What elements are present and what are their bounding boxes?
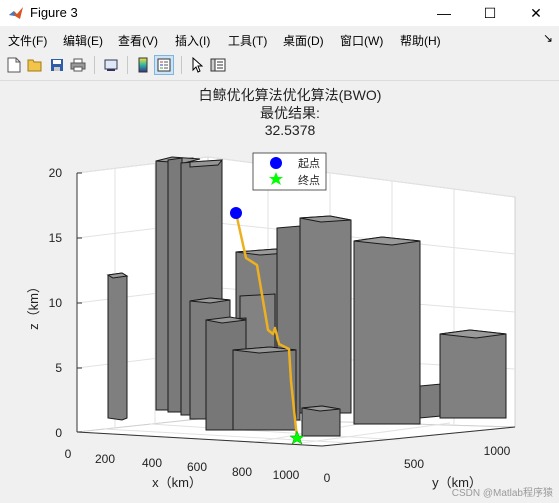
print-icon[interactable]: [68, 55, 88, 75]
x-tick-label: 600: [187, 460, 207, 474]
toolbar-separator: [181, 56, 182, 74]
x-tick-label: 200: [95, 452, 115, 466]
dock-arrow-icon[interactable]: ↘: [543, 31, 553, 45]
z-tick-label: 10: [49, 296, 63, 310]
building: [439, 329, 507, 419]
menu-insert[interactable]: 插入(I): [175, 32, 210, 49]
legend-start-label: 起点: [298, 157, 320, 170]
3d-axes[interactable]: 20 15 10 5 0 0 200 400 600 800 1000 0 50…: [0, 81, 559, 503]
menu-file[interactable]: 文件(F): [8, 32, 47, 49]
legend-start-marker-icon: [270, 157, 282, 169]
y-tick-label: 1000: [484, 444, 511, 458]
figure-canvas[interactable]: 白鲸优化算法优化算法(BWO) 最优结果: 32.5378 20 15 10 5…: [0, 81, 559, 503]
building: [107, 272, 128, 421]
z-tick-label: 0: [55, 426, 62, 440]
building: [299, 215, 352, 414]
legend-end-label: 终点: [298, 173, 320, 187]
y-tick-label: 500: [404, 457, 424, 471]
menu-view[interactable]: 查看(V): [118, 32, 158, 49]
open-file-icon[interactable]: [25, 55, 45, 75]
z-tick-label: 20: [49, 166, 63, 180]
window-title: Figure 3: [30, 5, 78, 20]
x-axis-label: x（km）: [152, 475, 202, 490]
menu-edit[interactable]: 编辑(E): [63, 32, 103, 49]
x-tick-label: 800: [232, 465, 252, 479]
menu-bar: 文件(F) 编辑(E) 查看(V) 插入(I) 工具(T) 桌面(D) 窗口(W…: [0, 28, 559, 50]
x-tick-label: 1000: [273, 468, 300, 482]
pointer-icon[interactable]: [187, 55, 207, 75]
watermark: CSDN @Matlab程序猿: [451, 488, 553, 499]
building: [353, 236, 421, 425]
toolbar-separator: [127, 56, 128, 74]
toolbar-separator: [94, 56, 95, 74]
legend-icon[interactable]: [154, 55, 174, 75]
z-tick-label: 15: [49, 231, 63, 245]
minimize-button[interactable]: —: [421, 0, 467, 26]
figure-toolbar: [0, 52, 559, 81]
print-preview-icon[interactable]: [101, 55, 121, 75]
matlab-logo-icon: [8, 5, 24, 21]
colorbar-icon[interactable]: [133, 55, 153, 75]
x-tick-label: 400: [142, 456, 162, 470]
legend-box[interactable]: 起点 终点: [252, 152, 327, 191]
maximize-button[interactable]: ☐: [467, 0, 513, 26]
window-title-bar: Figure 3 — ☐ ✕: [0, 0, 559, 26]
menu-tools[interactable]: 工具(T): [228, 32, 267, 49]
close-button[interactable]: ✕: [513, 0, 559, 26]
menu-help[interactable]: 帮助(H): [400, 32, 441, 49]
menu-window[interactable]: 窗口(W): [340, 32, 383, 49]
y-tick-label: 0: [324, 471, 331, 485]
building: [167, 157, 183, 413]
y-ticks: 0 500 1000: [324, 444, 511, 485]
save-icon[interactable]: [47, 55, 67, 75]
new-figure-icon[interactable]: [4, 55, 24, 75]
property-editor-icon[interactable]: [208, 55, 228, 75]
building: [419, 383, 442, 419]
x-tick-label: 0: [65, 447, 72, 461]
menu-desktop[interactable]: 桌面(D): [283, 32, 324, 49]
z-tick-label: 5: [55, 361, 62, 375]
building: [232, 346, 297, 431]
z-axis-label: z（km）: [26, 280, 41, 330]
start-point-marker: [230, 207, 242, 219]
